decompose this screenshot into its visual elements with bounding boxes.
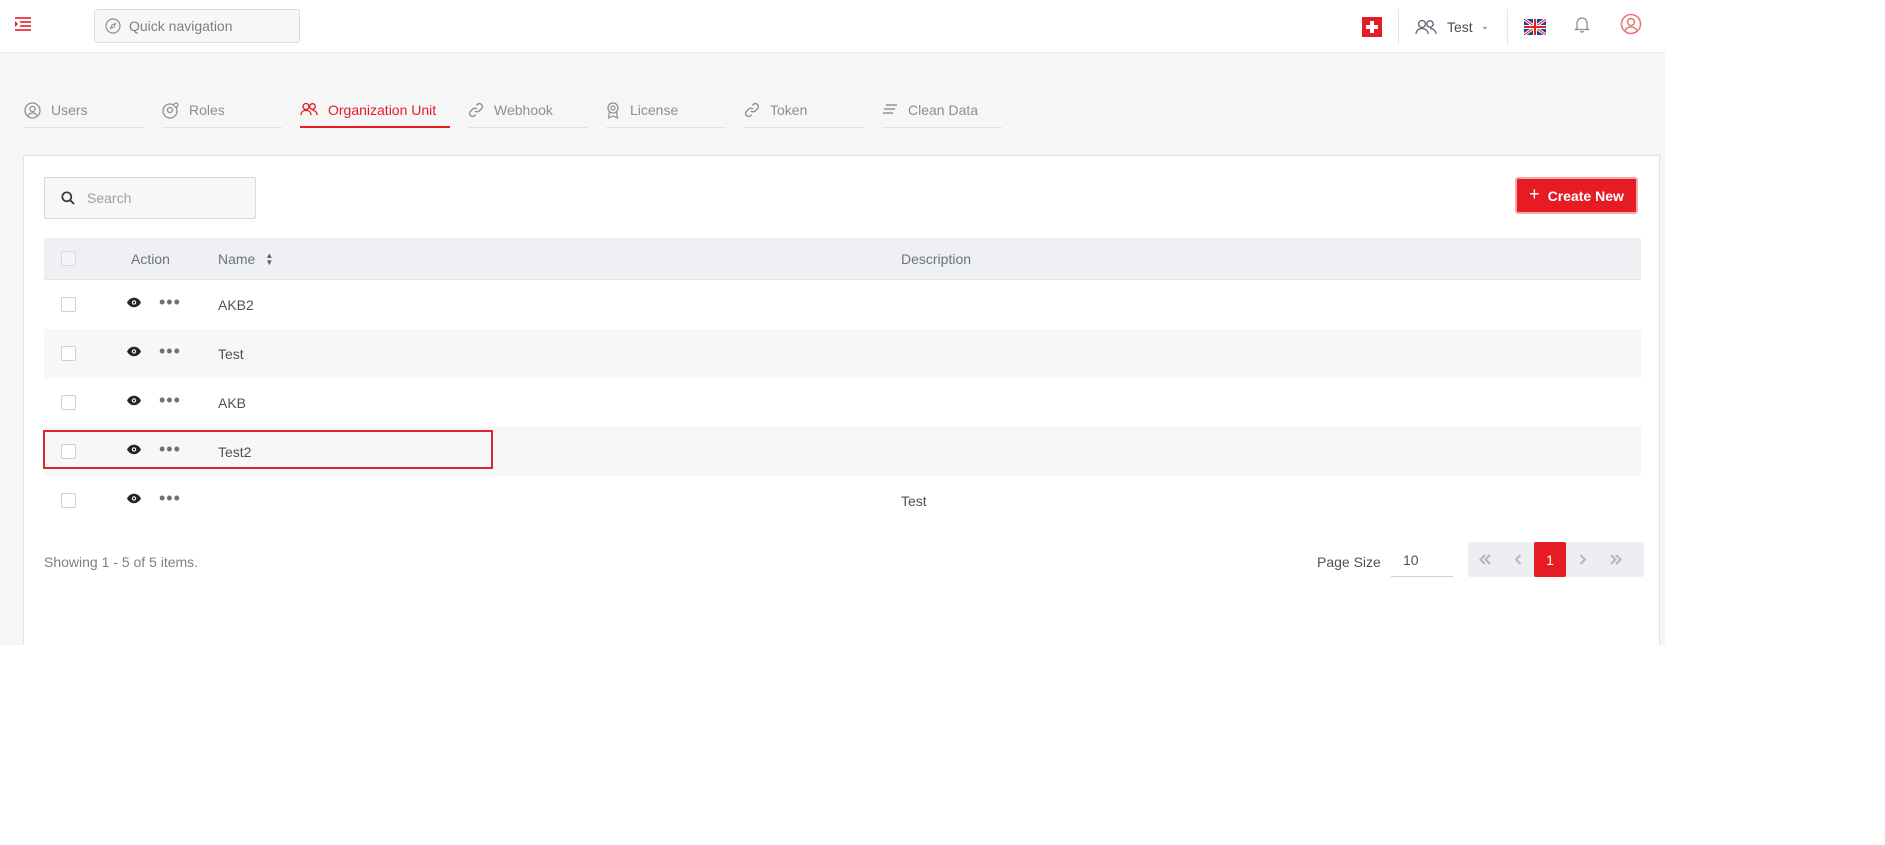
brand-logo-icon[interactable] [1362, 16, 1382, 37]
table-row: ••• Test2 [44, 427, 1641, 476]
row-name: Test [218, 345, 244, 362]
user-circle-icon [24, 102, 41, 119]
action-header: Action [131, 250, 170, 267]
chevron-down-icon: ⌄ [1480, 21, 1490, 32]
quick-navigation-input[interactable]: Quick navigation [94, 9, 300, 43]
link-icon [744, 102, 760, 118]
eye-icon[interactable] [126, 346, 142, 357]
tab-label: Clean Data [908, 102, 979, 118]
sort-icon[interactable]: ▲ ▼ [265, 251, 273, 266]
header-actions: Test ⌄ [1362, 0, 1642, 53]
divider [1507, 8, 1509, 45]
link-icon [468, 102, 484, 118]
organization-unit-card: Search + Create New Action Name ▲ ▼ Descr… [23, 155, 1660, 645]
eye-icon[interactable] [126, 444, 142, 455]
tenant-switcher[interactable]: Test ⌄ [1399, 19, 1507, 35]
tab-clean-data[interactable]: Clean Data [882, 98, 1002, 128]
table-row: ••• Test [44, 476, 1641, 525]
search-placeholder: Search [87, 190, 132, 206]
more-actions-icon[interactable]: ••• [159, 391, 181, 409]
organization-unit-table: Action Name ▲ ▼ Description ••• AKB2 ••• … [44, 238, 1641, 525]
next-page-icon[interactable] [1566, 542, 1599, 577]
pagination: 1 [1468, 542, 1644, 577]
more-actions-icon[interactable]: ••• [159, 440, 181, 458]
row-checkbox[interactable] [61, 297, 76, 312]
tab-label: Roles [189, 102, 225, 118]
menu-toggle-icon[interactable] [14, 16, 34, 36]
eye-icon[interactable] [126, 395, 142, 406]
current-page-number: 1 [1546, 551, 1554, 568]
more-actions-icon[interactable]: ••• [159, 489, 181, 507]
row-name: Test2 [218, 443, 252, 460]
page-size-select[interactable]: 10 [1391, 542, 1453, 577]
app-shell: Quick navigation Test ⌄ Users Roles Orga… [0, 0, 1665, 645]
row-checkbox[interactable] [61, 493, 76, 508]
first-page-icon[interactable] [1468, 542, 1501, 577]
more-actions-icon[interactable]: ••• [159, 293, 181, 311]
badge-icon [607, 102, 619, 119]
table-row: ••• AKB2 [44, 280, 1641, 329]
row-checkbox[interactable] [61, 444, 76, 459]
search-input[interactable]: Search [44, 177, 256, 219]
tab-webhook[interactable]: Webhook [468, 98, 588, 128]
table-row: ••• Test [44, 329, 1641, 378]
table-header: Action Name ▲ ▼ Description [44, 238, 1641, 280]
users-icon [300, 102, 318, 116]
row-description: Test [901, 492, 927, 509]
create-new-label: Create New [1547, 187, 1624, 204]
tab-license[interactable]: License [606, 98, 726, 128]
name-header-label: Name [218, 250, 256, 267]
tab-roles[interactable]: Roles [162, 98, 282, 128]
users-icon [1415, 19, 1437, 34]
row-checkbox[interactable] [61, 395, 76, 410]
bell-icon[interactable] [1574, 15, 1591, 38]
tab-label: Organization Unit [328, 102, 437, 118]
name-header[interactable]: Name ▲ ▼ [218, 251, 273, 267]
items-summary: Showing 1 - 5 of 5 items. [44, 554, 199, 570]
eye-icon[interactable] [126, 297, 142, 308]
page-size-value: 10 [1403, 552, 1419, 568]
page-button-current[interactable]: 1 [1534, 542, 1566, 577]
uk-flag-icon[interactable] [1524, 18, 1547, 35]
row-checkbox[interactable] [61, 346, 76, 361]
eye-icon[interactable] [126, 493, 142, 504]
more-actions-icon[interactable]: ••• [159, 342, 181, 360]
plus-icon: + [1529, 184, 1540, 204]
tab-label: Webhook [494, 102, 553, 118]
quick-navigation-placeholder: Quick navigation [129, 18, 233, 34]
row-name: AKB2 [218, 296, 254, 313]
user-avatar-icon[interactable] [1620, 13, 1642, 40]
tab-organization-unit[interactable]: Organization Unit [300, 98, 450, 128]
tab-label: Users [51, 102, 88, 118]
last-page-icon[interactable] [1599, 542, 1632, 577]
page-size-label: Page Size [1317, 554, 1381, 570]
row-name: AKB [218, 394, 247, 411]
description-header: Description [901, 250, 972, 267]
role-icon [162, 102, 179, 119]
create-new-button[interactable]: + Create New [1515, 177, 1638, 214]
tenant-name: Test [1447, 18, 1473, 35]
top-bar: Quick navigation Test ⌄ [0, 0, 1665, 53]
tab-label: License [630, 102, 679, 118]
search-icon [61, 191, 75, 205]
select-all-checkbox[interactable] [61, 251, 76, 266]
tab-users[interactable]: Users [24, 98, 144, 128]
admin-tabs: Users Roles Organization Unit Webhook Li… [24, 98, 1020, 128]
lines-icon [883, 104, 897, 114]
tab-token[interactable]: Token [744, 98, 864, 128]
compass-icon [105, 18, 121, 34]
table-row: ••• AKB [44, 378, 1641, 427]
tab-label: Token [770, 102, 808, 118]
previous-page-icon[interactable] [1501, 542, 1534, 577]
